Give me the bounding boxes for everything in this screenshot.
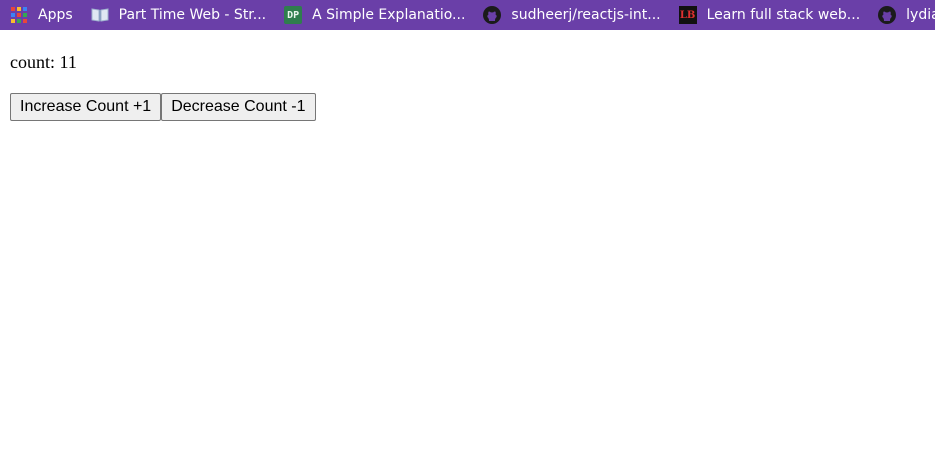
bookmark-label: A Simple Explanatio... [312,7,466,23]
count-value: 11 [59,52,77,72]
bookmark-label: Learn full stack web... [706,7,861,23]
bookmark-label: lydiah [906,7,935,23]
count-display: count: 11 [10,51,925,73]
bookmark-part-time-web[interactable]: Part Time Web - Str... [81,0,274,30]
page-content: count: 11 Increase Count +1 Decrease Cou… [0,51,935,121]
lb-icon: LB [678,6,697,24]
bookmarks-bar: Apps Part Time Web - Str... DP A Simple … [0,0,935,30]
lb-icon-text: LB [678,6,697,24]
bookmark-simple-explanation[interactable]: DP A Simple Explanatio... [274,0,473,30]
github-icon [483,6,502,24]
apps-grid-icon [10,6,28,24]
count-label: count: [10,52,55,72]
bookmark-label: Apps [38,7,73,23]
bookmark-label: sudheerj/reactjs-int... [511,7,661,23]
dp-icon: DP [284,6,303,24]
bookmark-label: Part Time Web - Str... [118,7,267,23]
decrease-count-button[interactable]: Decrease Count -1 [161,93,316,121]
github-icon [878,6,897,24]
bookmark-lydiah[interactable]: lydiah [868,0,935,30]
dp-icon-text: DP [284,6,303,24]
bookmark-reactjs-interview[interactable]: sudheerj/reactjs-int... [473,0,668,30]
bookmark-learn-full-stack[interactable]: LB Learn full stack web... [669,0,869,30]
bookmark-apps[interactable]: Apps [0,0,81,30]
book-icon [91,6,109,24]
button-group: Increase Count +1 Decrease Count -1 [10,93,925,121]
increase-count-button[interactable]: Increase Count +1 [10,93,162,121]
